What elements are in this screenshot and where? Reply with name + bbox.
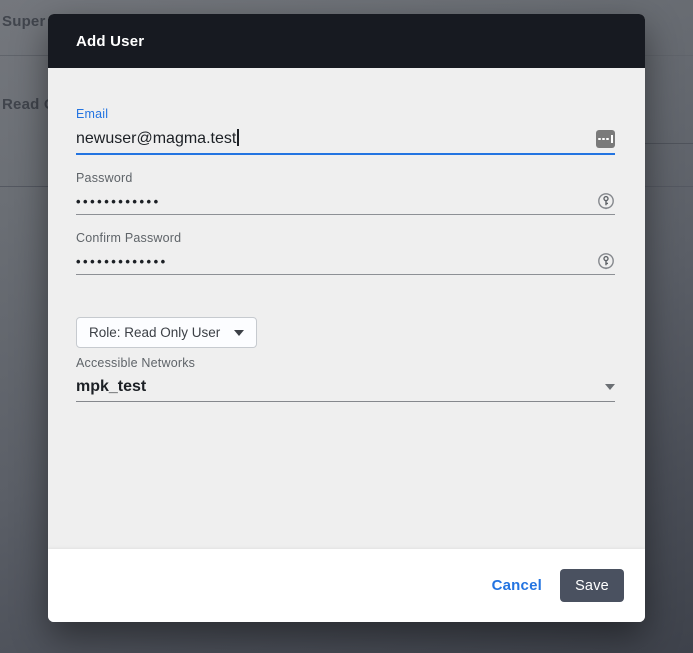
add-user-dialog: Add User Email newuser@magma.test Passwo…: [48, 14, 645, 622]
password-label: Password: [76, 171, 133, 185]
password-key-icon[interactable]: [597, 192, 615, 211]
email-input[interactable]: newuser@magma.test: [76, 128, 615, 155]
chevron-down-icon: [605, 384, 615, 390]
role-dropdown[interactable]: Role: Read Only User: [76, 317, 258, 348]
confirm-password-field-group: Confirm Password •••••••••••••: [76, 231, 615, 275]
email-value: newuser@magma.test: [76, 128, 239, 150]
autofill-icon[interactable]: [596, 130, 615, 148]
networks-value: mpk_test: [76, 378, 147, 395]
email-label: Email: [76, 107, 109, 121]
password-masked-value: ••••••••••••: [76, 193, 161, 209]
dialog-title: Add User: [76, 32, 145, 50]
password-field-group: Password ••••••••••••: [76, 171, 615, 215]
role-dropdown-value: Role: Read Only User: [89, 325, 221, 340]
confirm-password-input[interactable]: •••••••••••••: [76, 252, 615, 275]
dialog-body: Email newuser@magma.test Password ••••••…: [48, 68, 645, 549]
confirm-password-label: Confirm Password: [76, 231, 182, 245]
password-input[interactable]: ••••••••••••: [76, 192, 615, 215]
password-key-icon[interactable]: [597, 252, 615, 271]
dialog-footer: Cancel Save: [48, 549, 645, 622]
networks-field-group: Accessible Networks mpk_test: [76, 356, 615, 402]
chevron-down-icon: [234, 329, 245, 336]
text-cursor: [237, 129, 239, 146]
cancel-button[interactable]: Cancel: [482, 569, 552, 602]
confirm-password-masked-value: •••••••••••••: [76, 253, 168, 269]
save-button[interactable]: Save: [560, 569, 624, 602]
networks-dropdown[interactable]: mpk_test: [76, 377, 615, 402]
background-divider: [645, 143, 693, 144]
email-field-group: Email newuser@magma.test: [76, 107, 615, 155]
dialog-header: Add User: [48, 14, 645, 68]
networks-label: Accessible Networks: [76, 356, 196, 370]
